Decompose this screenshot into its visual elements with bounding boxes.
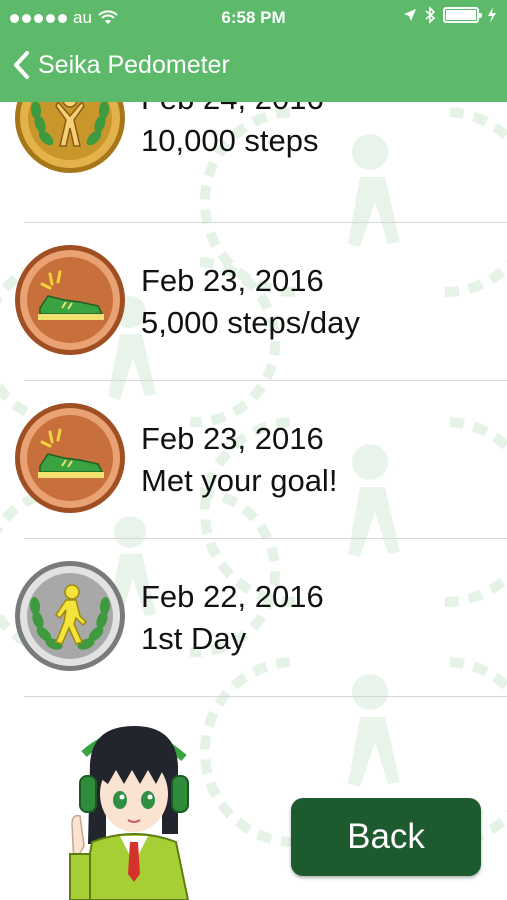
achievement-date: Feb 23, 2016 (141, 421, 324, 456)
achievement-list[interactable]: Feb 24, 2016 10,000 steps Feb 23, 2016 5… (0, 102, 507, 900)
bluetooth-icon (425, 6, 435, 24)
achievement-date: Feb 24, 2016 (141, 102, 324, 120)
bronze-shoe-medal-icon (15, 403, 125, 513)
nav-back-button[interactable]: Seika Pedometer (12, 50, 230, 80)
battery-icon (443, 7, 482, 23)
achievement-row[interactable]: Feb 23, 2016 5,000 steps/day (0, 222, 507, 380)
achievement-row[interactable]: Feb 22, 2016 1st Day (0, 538, 507, 696)
bronze-shoe-medal-icon (15, 245, 125, 355)
achievement-label: 1st Day (141, 621, 247, 656)
achievement-row[interactable]: Feb 24, 2016 10,000 steps (0, 102, 507, 220)
location-arrow-icon (404, 9, 416, 21)
achievement-date: Feb 22, 2016 (141, 579, 324, 614)
achievement-date: Feb 23, 2016 (141, 263, 324, 298)
navigation-bar: Seika Pedometer (0, 36, 507, 102)
achievement-label: 5,000 steps/day (141, 305, 360, 340)
charging-bolt-icon (488, 7, 496, 23)
status-bar: au 6:58 PM (0, 0, 507, 36)
achievement-label: Met your goal! (141, 463, 338, 498)
gold-walker-medal-icon (15, 102, 125, 173)
achievement-row[interactable]: Feb 23, 2016 Met your goal! (0, 380, 507, 538)
mascot-character-image (69, 726, 190, 900)
status-right (403, 6, 497, 24)
back-button[interactable]: Back (291, 798, 481, 876)
row-divider (24, 696, 507, 697)
silver-walker-medal-icon (15, 561, 125, 671)
achievement-label: 10,000 steps (141, 123, 319, 158)
chevron-left-icon (14, 51, 29, 79)
nav-title: Seika Pedometer (38, 50, 230, 79)
